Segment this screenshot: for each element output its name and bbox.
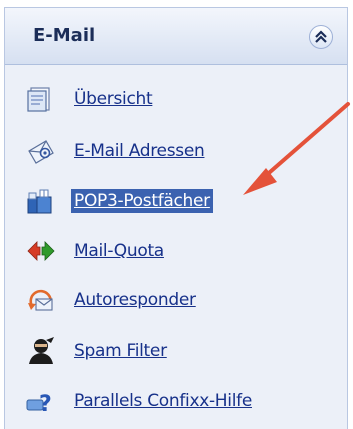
menu-item-overview[interactable]: Übersicht (26, 84, 153, 114)
quota-arrows-icon (26, 237, 56, 265)
menu-item-label[interactable]: Spam Filter (74, 341, 167, 361)
menu-item-label[interactable]: Autoresponder (74, 290, 196, 310)
menu-item-pop3[interactable]: POP3-Postfächer (26, 186, 213, 216)
autoresponder-icon (26, 286, 56, 314)
menu-item-label[interactable]: E-Mail Adressen (74, 141, 205, 161)
panel-header: E-Mail (5, 8, 347, 65)
menu-item-mail-quota[interactable]: Mail-Quota (26, 236, 164, 266)
panel-title: E-Mail (33, 25, 96, 46)
menu-item-help[interactable]: ? Parallels Confixx-Hilfe (26, 386, 252, 417)
menu-item-spam-filter[interactable]: Spam Filter (26, 336, 167, 366)
menu-item-label[interactable]: Übersicht (74, 89, 153, 109)
envelope-icon (26, 137, 56, 165)
double-chevron-up-icon (315, 30, 327, 43)
menu-item-email-addresses[interactable]: E-Mail Adressen (26, 136, 205, 166)
menu-item-label[interactable]: Parallels Confixx-Hilfe (74, 391, 252, 411)
mailbox-icon (26, 187, 56, 215)
collapse-button[interactable] (309, 25, 333, 49)
menu-item-autoresponder[interactable]: Autoresponder (26, 285, 196, 315)
menu-item-label[interactable]: POP3-Postfächer (71, 189, 213, 213)
svg-text:?: ? (39, 392, 52, 415)
ninja-icon (26, 337, 56, 365)
help-icon: ? (26, 387, 56, 417)
document-icon (26, 85, 56, 113)
menu-item-label[interactable]: Mail-Quota (74, 241, 164, 261)
